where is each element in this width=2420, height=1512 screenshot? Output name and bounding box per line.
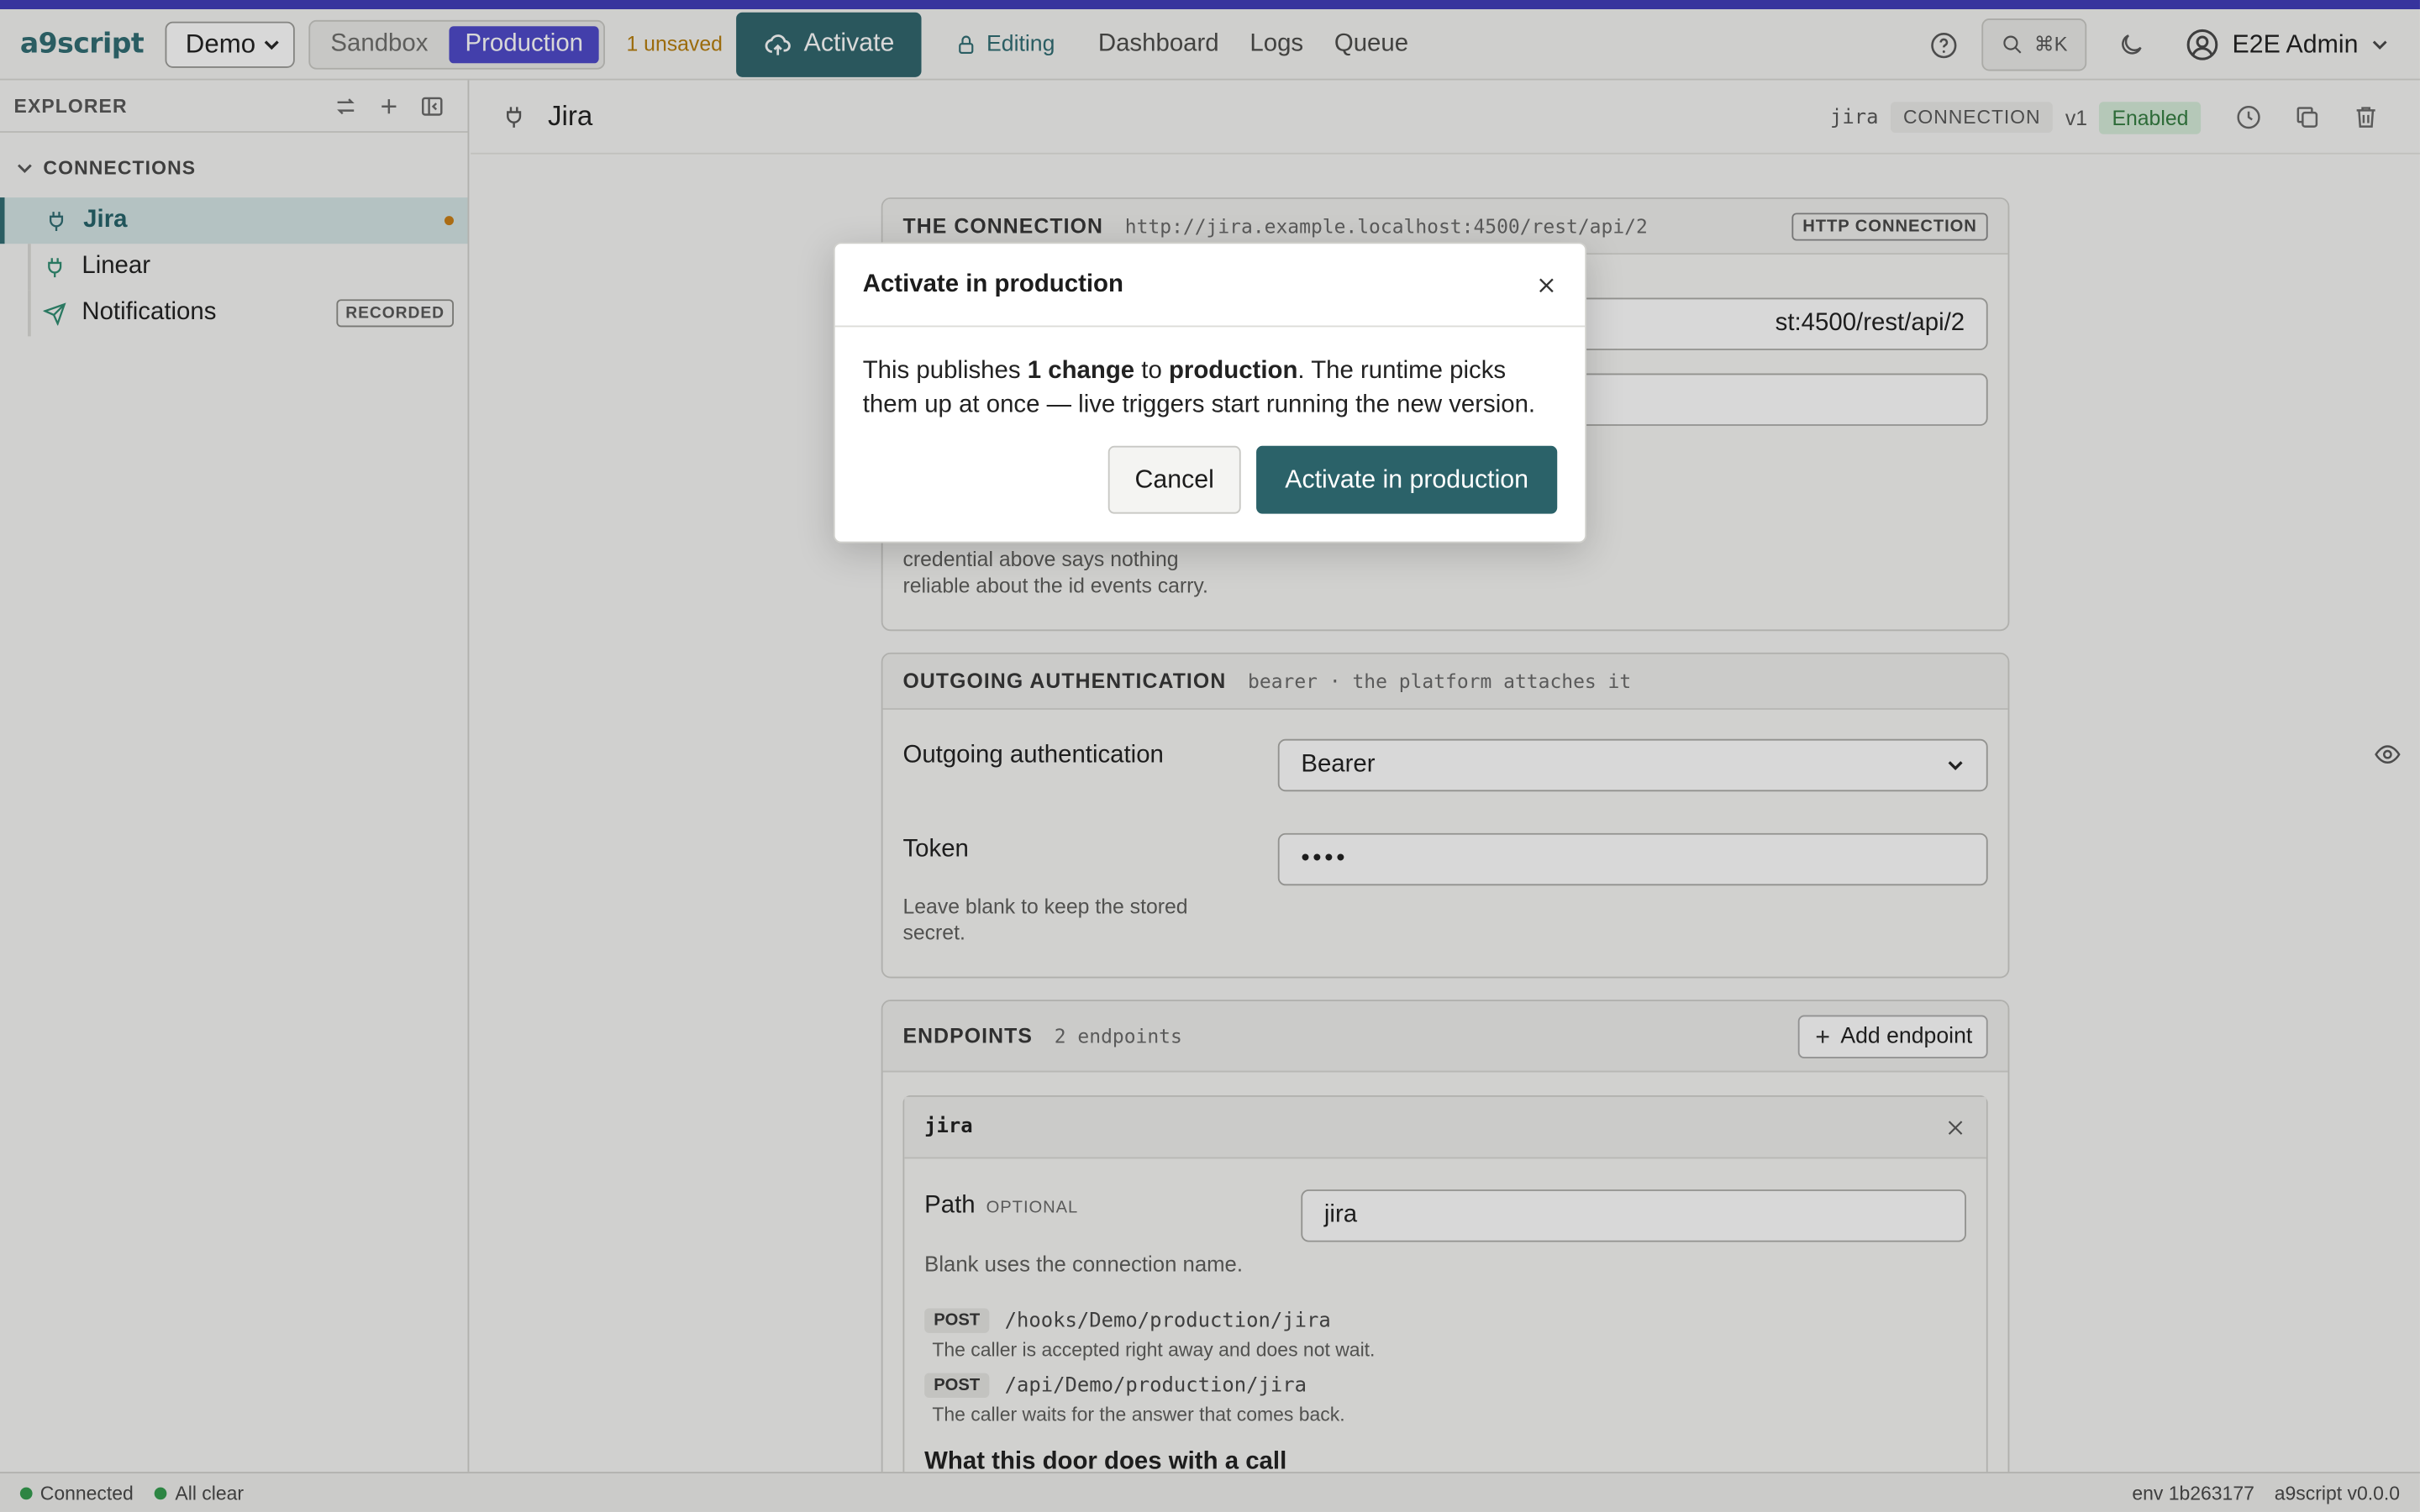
dialog-actions: Cancel Activate in production <box>1107 445 1558 514</box>
body-mid: to <box>1134 358 1169 385</box>
confirm-activate-button[interactable]: Activate in production <box>1256 445 1558 514</box>
modal-backdrop[interactable] <box>0 0 2420 1512</box>
body-count: 1 change <box>1027 358 1135 385</box>
dialog-title: Activate in production <box>862 270 1123 297</box>
dialog-header: Activate in production <box>834 244 1586 328</box>
cancel-button[interactable]: Cancel <box>1107 445 1241 514</box>
activate-dialog: Activate in production This publishes 1 … <box>833 242 1587 543</box>
body-pre: This publishes <box>862 358 1028 385</box>
body-env: production <box>1168 358 1298 385</box>
dialog-body: This publishes 1 change to production. T… <box>835 327 1586 423</box>
close-icon[interactable] <box>1536 274 1558 296</box>
